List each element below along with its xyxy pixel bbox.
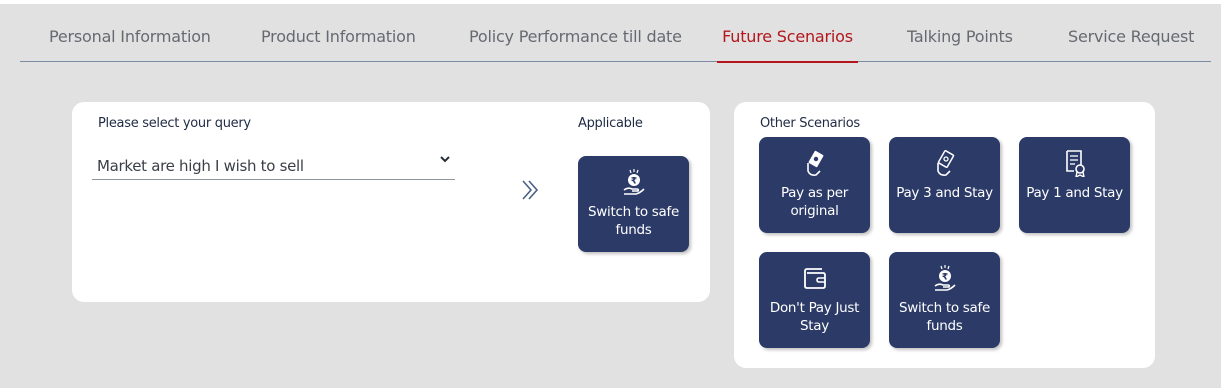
svg-text:₹: ₹ xyxy=(941,273,947,283)
double-chevron-right-icon xyxy=(522,180,539,200)
tile-label: Switch to safe funds xyxy=(588,204,679,238)
tab-bar: Personal Information Product Information… xyxy=(20,4,1211,63)
tile-label: Pay as per original xyxy=(780,185,849,219)
tab-service-request[interactable]: Service Request xyxy=(1068,4,1194,62)
tile-pay-1-and-stay[interactable]: Pay 1 and Stay xyxy=(1019,137,1130,233)
tile-label: Switch to safe funds xyxy=(899,300,990,334)
other-scenarios-label: Other Scenarios xyxy=(760,116,860,131)
certificate-icon xyxy=(1065,150,1085,177)
money-hand-icon xyxy=(936,150,954,176)
tab-policy-performance[interactable]: Policy Performance till date xyxy=(469,4,682,62)
tile-pay-3-and-stay[interactable]: Pay 3 and Stay xyxy=(889,137,1000,233)
tile-label: Pay 1 and Stay xyxy=(1026,185,1123,201)
wallet-icon xyxy=(803,268,826,289)
query-card: Please select your query Market are high… xyxy=(72,102,710,302)
svg-text:₹: ₹ xyxy=(630,177,636,187)
chevron-down-icon xyxy=(440,156,450,163)
query-select-value: Market are high I wish to sell xyxy=(97,157,304,175)
tab-future-scenarios[interactable]: Future Scenarios xyxy=(717,4,858,63)
tile-label: Don't Pay Just Stay xyxy=(769,300,860,334)
tile-applicable-switch-to-safe-funds[interactable]: ₹ Switch to safe funds xyxy=(578,156,689,252)
tile-pay-as-per-original[interactable]: Pay as per original xyxy=(759,137,870,233)
tile-switch-to-safe-funds[interactable]: ₹ Switch to safe funds xyxy=(889,252,1000,348)
tile-label: Pay 3 and Stay xyxy=(896,185,993,201)
tab-talking-points[interactable]: Talking Points xyxy=(907,4,1013,62)
money-hand-icon xyxy=(806,150,823,176)
tile-dont-pay-just-stay[interactable]: Don't Pay Just Stay xyxy=(759,252,870,348)
other-scenarios-card: Other Scenarios Pay as per original Pay … xyxy=(734,102,1155,368)
tab-personal-information[interactable]: Personal Information xyxy=(49,4,211,62)
query-select[interactable]: Market are high I wish to sell xyxy=(92,148,455,180)
tab-product-information[interactable]: Product Information xyxy=(261,4,416,62)
query-label: Please select your query xyxy=(98,116,251,131)
rupee-hand-icon: ₹ xyxy=(623,169,645,195)
rupee-hand-icon: ₹ xyxy=(934,265,956,291)
applicable-label: Applicable xyxy=(578,116,643,131)
